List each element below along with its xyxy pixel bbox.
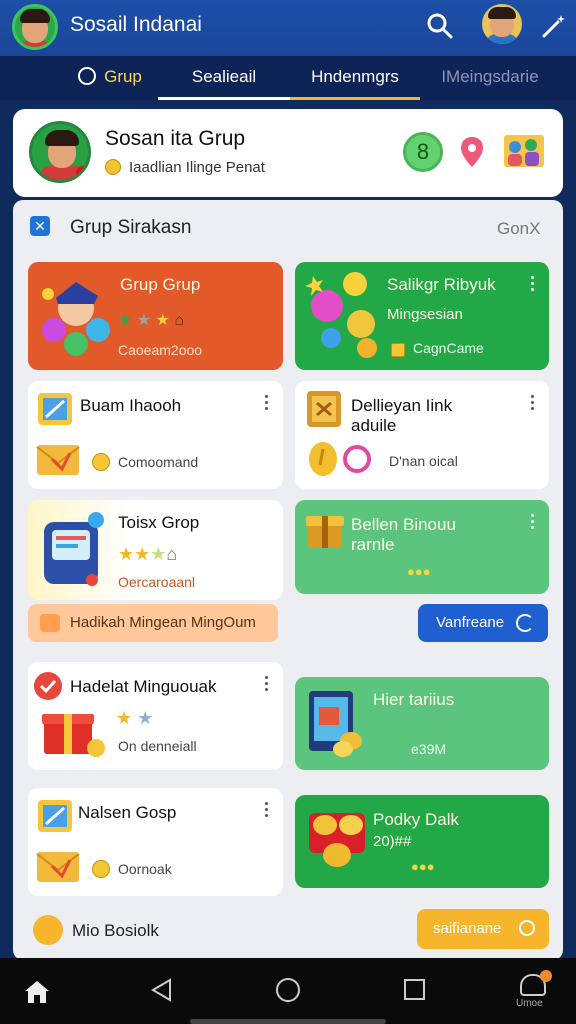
footer-label: Mio Bosiolk bbox=[72, 921, 159, 940]
coin-ring-icon bbox=[309, 442, 371, 476]
gesture-bar[interactable] bbox=[190, 1019, 386, 1024]
scroll-icon bbox=[307, 391, 341, 427]
home-icon[interactable] bbox=[24, 980, 50, 1004]
gift-icon bbox=[306, 516, 344, 548]
card-dellieyan-iink[interactable]: Dellieyan Iink aduile D'nan oical bbox=[295, 381, 549, 489]
notifications-label: Umoe bbox=[516, 998, 543, 1009]
card-title: Podky Dalk bbox=[373, 810, 459, 829]
card-hadelat-minguouak[interactable]: Hadelat Minguouak ★ ★ On denneiall bbox=[28, 662, 283, 770]
promo-banner[interactable]: Hadikah Mingean MingOum bbox=[28, 604, 278, 642]
envelope-icon bbox=[38, 393, 72, 425]
card-title-line2: Mingsesian bbox=[387, 306, 463, 323]
rating-stars: ★ ★ ★ ⌂ bbox=[118, 312, 185, 329]
card-title-line2: rarnle bbox=[351, 535, 395, 554]
card-title: Toisx Grop bbox=[118, 513, 200, 532]
card-podky-dalk[interactable]: Podky Dalk 20)## ●●● bbox=[295, 795, 549, 888]
wallet-phone-icon bbox=[44, 512, 104, 586]
tab-hndenmgrs[interactable]: Hndenmgrs bbox=[290, 56, 420, 100]
card-sub: Comoomand bbox=[92, 453, 198, 471]
card-title: Hier tariius bbox=[373, 690, 455, 709]
rating-stars: ★ ★ bbox=[116, 708, 154, 728]
card-title: Hadelat Minguouak bbox=[70, 677, 217, 696]
level-badge: 8 bbox=[403, 132, 443, 172]
tab-sealieail[interactable]: Sealieail bbox=[158, 56, 290, 100]
card-bellen-binouu[interactable]: Bellen Binouu rarnle ●●● bbox=[295, 500, 549, 594]
footer-action-button[interactable]: saifianane bbox=[417, 909, 549, 949]
card-sub: Caoeam2ooo bbox=[118, 342, 203, 358]
coin-icon bbox=[105, 159, 121, 175]
coin-stack: ●●● bbox=[411, 859, 435, 874]
card-title-line2: aduile bbox=[351, 416, 397, 435]
rating-stars: ★★★⌂ bbox=[118, 544, 178, 564]
group-profile-card[interactable]: Sosan ita Grup Iaadlian Ilinge Penat 8 bbox=[13, 109, 563, 197]
app-header: Sosail Indanai bbox=[0, 0, 576, 56]
group-avatar bbox=[29, 121, 91, 183]
card-toisx-grop[interactable]: Toisx Grop ★★★⌂ Oercaroaanl bbox=[28, 500, 283, 600]
card-nalsen-gosp[interactable]: Nalsen Gosp Oornoak bbox=[28, 788, 283, 896]
treasure-chest-icon bbox=[309, 813, 365, 867]
more-options-icon[interactable] bbox=[531, 276, 535, 292]
search-icon[interactable] bbox=[426, 12, 454, 40]
card-sub: CagnCame bbox=[391, 340, 484, 357]
treasure-icon bbox=[305, 272, 377, 358]
more-options-icon[interactable] bbox=[265, 395, 269, 411]
profile-avatar[interactable] bbox=[482, 4, 522, 44]
location-pin-icon[interactable] bbox=[459, 136, 485, 168]
mail-icon bbox=[36, 852, 80, 882]
card-title: Nalsen Gosp bbox=[78, 803, 177, 822]
card-grup-grup[interactable]: Grup Grup ★ ★ ★ ⌂ Caoeam2ooo bbox=[28, 262, 283, 370]
app-title: Sosail Indanai bbox=[70, 13, 202, 36]
more-options-icon[interactable] bbox=[265, 802, 269, 818]
card-salikgr-ribyuk[interactable]: Salikgr Ribyuk Mingsesian CagnCame bbox=[295, 262, 549, 370]
coin-icon bbox=[92, 453, 110, 471]
gift-box-icon bbox=[42, 714, 105, 757]
card-sub: Oercaroaanl bbox=[118, 574, 196, 590]
card-title: Salikgr Ribyuk bbox=[387, 275, 496, 294]
magic-wand-icon[interactable] bbox=[540, 12, 568, 40]
group-name: Sosan ita Grup bbox=[105, 127, 246, 150]
coin-icon bbox=[92, 860, 110, 878]
coin-icon bbox=[391, 343, 405, 357]
back-icon[interactable] bbox=[150, 978, 172, 1002]
more-options-icon[interactable] bbox=[531, 514, 535, 530]
panel-title: Grup Sirakasn bbox=[70, 217, 192, 238]
character-icon bbox=[42, 282, 110, 356]
more-options-icon[interactable] bbox=[531, 395, 535, 411]
card-title: Bellen Binouu bbox=[351, 515, 456, 534]
card-title-line2: 20)## bbox=[373, 833, 412, 850]
home-circle-icon[interactable] bbox=[276, 978, 300, 1002]
card-title: Dellieyan Iink bbox=[351, 396, 453, 415]
tablet-icon bbox=[309, 691, 362, 757]
ticket-icon bbox=[40, 614, 60, 632]
expand-icon[interactable]: ✕ bbox=[30, 216, 50, 236]
tab-imeingsdarie[interactable]: IMeingsdarie bbox=[425, 56, 555, 100]
badge-icon bbox=[34, 672, 62, 700]
card-sub: On denneiall bbox=[118, 738, 197, 754]
coin-stack: ●●● bbox=[407, 564, 431, 579]
group-icon bbox=[78, 67, 97, 85]
more-options-icon[interactable] bbox=[265, 676, 269, 692]
card-title: Grup Grup bbox=[120, 275, 201, 294]
recents-icon[interactable] bbox=[404, 979, 425, 1000]
refresh-icon bbox=[516, 614, 534, 632]
mail-icon bbox=[36, 445, 80, 475]
group-subtitle: Iaadlian Ilinge Penat bbox=[105, 159, 265, 176]
card-sub: e39M bbox=[411, 741, 447, 757]
notification-dot bbox=[540, 970, 552, 982]
card-sub: Oornoak bbox=[92, 860, 172, 878]
tab-bar: Grup Sealieail Hndenmgrs IMeingsdarie bbox=[0, 56, 576, 100]
card-sub: D'nan oical bbox=[389, 453, 458, 469]
panel-close-button[interactable]: GonX bbox=[497, 219, 540, 239]
refresh-button[interactable]: Vanfreane bbox=[418, 604, 548, 642]
gold-coin-icon bbox=[33, 915, 63, 945]
envelope-icon bbox=[38, 800, 72, 832]
system-nav-bar bbox=[0, 958, 576, 1024]
tab-grup[interactable]: Grup bbox=[60, 56, 160, 100]
card-buam-ihaooh[interactable]: Buam Ihaooh Comoomand bbox=[28, 381, 283, 489]
card-title: Buam Ihaooh bbox=[80, 396, 182, 415]
people-group-icon[interactable] bbox=[503, 133, 545, 169]
settings-icon bbox=[519, 920, 535, 936]
user-avatar[interactable] bbox=[12, 4, 58, 50]
card-hier-tariius[interactable]: Hier tariius e39M bbox=[295, 677, 549, 770]
